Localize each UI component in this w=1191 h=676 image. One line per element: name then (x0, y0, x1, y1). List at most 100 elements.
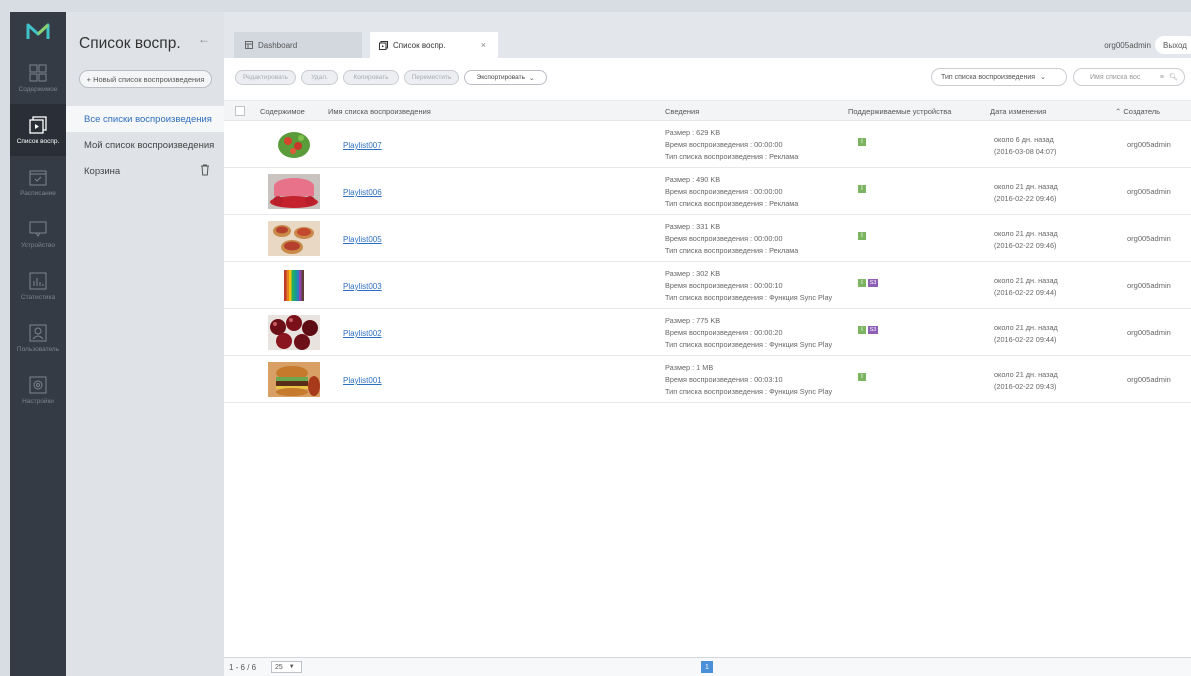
date-relative: около 6 дн. назад (994, 135, 1054, 144)
move-button[interactable]: Переместить (404, 70, 459, 85)
burger-thumb (268, 362, 320, 397)
modified-date: около 6 дн. назад (2016-03-08 04:07) (994, 134, 1056, 157)
date-absolute: (2016-02-22 09:46) (994, 193, 1057, 203)
date-relative: около 21 дн. назад (994, 370, 1058, 379)
playlist-info: Размер : 775 KB Время воспроизведения : 0… (665, 315, 832, 350)
collapse-arrow-icon[interactable]: ← (198, 32, 210, 46)
rail-item-content[interactable]: Содержимое (10, 52, 66, 104)
table-row[interactable]: Playlist001 Размер : 1 MB Время воспроизв… (224, 356, 1191, 403)
device-badge: S3 (868, 279, 878, 287)
playlist-link[interactable]: Playlist007 (343, 141, 382, 150)
device-badge: I (858, 279, 866, 287)
col-info[interactable]: Сведения (665, 107, 699, 116)
device-badge: I (858, 373, 866, 381)
search-input[interactable]: Имя списка вос ≡ 🔍︎ (1073, 68, 1185, 86)
select-all-checkbox[interactable] (235, 106, 245, 116)
monitor-icon (29, 221, 47, 237)
rail-label: Пользователь (16, 345, 60, 353)
new-playlist-button[interactable]: + Новый список воспроизведения (79, 70, 212, 88)
col-creator[interactable]: ⌃ Создатель (1115, 107, 1160, 116)
device-badge: I (858, 232, 866, 240)
col-name[interactable]: Имя списка воспроизведения (328, 107, 431, 116)
logout-button[interactable]: Выход (1155, 36, 1191, 54)
date-relative: около 21 дн. назад (994, 182, 1058, 191)
playlist-type-filter[interactable]: Тип списка воспроизведения ⌄ (931, 68, 1067, 86)
calendar-icon (29, 170, 47, 185)
rail-item-settings[interactable]: Настройки (10, 364, 66, 416)
playlist-link[interactable]: Playlist006 (343, 188, 382, 197)
creator: org005admin (1127, 281, 1171, 290)
sidebar-item-all-playlists[interactable]: Все списки воспроизведения (66, 106, 224, 132)
table-row[interactable]: Playlist007 Размер : 629 KB Время воспрои… (224, 121, 1191, 168)
tab-dashboard[interactable]: Dashboard (234, 32, 362, 58)
toolbar: Редактировать Удал. Копировать Перемести… (224, 58, 1191, 100)
table-row[interactable]: Playlist002 Размер : 775 KB Время воспрои… (224, 309, 1191, 356)
rail-item-playlist[interactable]: Список воспр. (10, 104, 66, 156)
playlist-icon (379, 40, 388, 50)
content-grid-icon (29, 64, 47, 81)
main-panel: Dashboard Список воспр. × org005admin Вы… (224, 12, 1191, 676)
rail-item-schedule[interactable]: Расписание (10, 156, 66, 208)
playlist-info: Размер : 331 KB Время воспроизведения : 0… (665, 221, 798, 256)
playlist-link[interactable]: Playlist001 (343, 376, 382, 385)
delete-button[interactable]: Удал. (301, 70, 338, 85)
date-absolute: (2016-03-08 04:07) (994, 146, 1057, 156)
col-devices[interactable]: Поддерживаемые устройства (848, 107, 951, 116)
modified-date: около 21 дн. назад (2016-02-22 09:43) (994, 369, 1058, 392)
playlist-link[interactable]: Playlist003 (343, 282, 382, 291)
info-size: Размер : 490 KB (665, 175, 721, 184)
playlist-link[interactable]: Playlist005 (343, 235, 382, 244)
export-dropdown[interactable]: Экспортировать ⌄ (464, 70, 547, 85)
device-badges: I (858, 138, 866, 146)
modified-date: около 21 дн. назад (2016-02-22 09:44) (994, 275, 1058, 298)
pencils-thumb (284, 268, 304, 303)
edit-button[interactable]: Редактировать (235, 70, 296, 85)
playlist-sidebar: Список воспр. ← + Новый список воспроизв… (66, 12, 224, 676)
info-size: Размер : 775 KB (665, 316, 721, 325)
info-type: Тип списка воспроизведения : Функция Syn… (665, 386, 833, 396)
playlist-link[interactable]: Playlist002 (343, 329, 382, 338)
creator: org005admin (1127, 328, 1171, 337)
chevron-down-icon: ⌄ (1040, 74, 1046, 81)
sidebar-nav: Все списки воспроизведения Мой список во… (66, 106, 224, 184)
date-absolute: (2016-02-22 09:46) (994, 240, 1057, 250)
page-size-select[interactable]: 25 ▼ (271, 661, 302, 673)
modified-date: около 21 дн. назад (2016-02-22 09:46) (994, 181, 1058, 204)
user-name[interactable]: org005admin (1104, 41, 1151, 50)
dashboard-icon (245, 41, 253, 49)
logo-icon[interactable] (10, 12, 66, 52)
page-button-current[interactable]: 1 (701, 661, 713, 673)
date-relative: около 21 дн. назад (994, 229, 1058, 238)
creator: org005admin (1127, 140, 1171, 149)
chevron-down-icon: ▼ (288, 664, 295, 670)
playlist-icon (29, 115, 47, 134)
rail-item-device[interactable]: Устройство (10, 208, 66, 260)
search-placeholder: Имя списка вос (1090, 73, 1141, 81)
info-size: Размер : 331 KB (665, 222, 721, 231)
list-icon[interactable]: ≡ (1160, 74, 1164, 81)
rail-item-statistics[interactable]: Статистика (10, 260, 66, 312)
device-badge: I (858, 326, 866, 334)
playlist-info: Размер : 302 KB Время воспроизведения : 0… (665, 268, 832, 303)
creator: org005admin (1127, 234, 1171, 243)
table-row[interactable]: Playlist003 Размер : 302 KB Время воспрои… (224, 262, 1191, 309)
col-date[interactable]: Дата изменения (990, 107, 1046, 116)
page-size-value: 25 (275, 663, 283, 671)
tab-playlist[interactable]: Список воспр. × (370, 32, 498, 58)
sidebar-item-my-playlists[interactable]: Мой список воспроизведения (66, 132, 224, 158)
device-badge: S3 (868, 326, 878, 334)
main-nav-rail: Содержимое Список воспр. Расписание Устр… (10, 12, 66, 676)
rail-item-user[interactable]: Пользователь (10, 312, 66, 364)
date-relative: около 21 дн. назад (994, 323, 1058, 332)
table-row[interactable]: Playlist005 Размер : 331 KB Время воспрои… (224, 215, 1191, 262)
table-row[interactable]: Playlist006 Размер : 490 KB Время воспрои… (224, 168, 1191, 215)
trash-icon (201, 164, 209, 176)
close-icon[interactable]: × (481, 40, 486, 50)
search-icon[interactable]: 🔍︎ (1169, 73, 1178, 81)
device-badge: I (858, 138, 866, 146)
info-duration: Время воспроизведения : 00:00:00 (665, 139, 783, 149)
copy-button[interactable]: Копировать (343, 70, 399, 85)
table-header: Содержимое Имя списка воспроизведения Св… (224, 100, 1191, 121)
col-content[interactable]: Содержимое (260, 107, 305, 116)
sidebar-item-trash[interactable]: Корзина (66, 158, 224, 184)
